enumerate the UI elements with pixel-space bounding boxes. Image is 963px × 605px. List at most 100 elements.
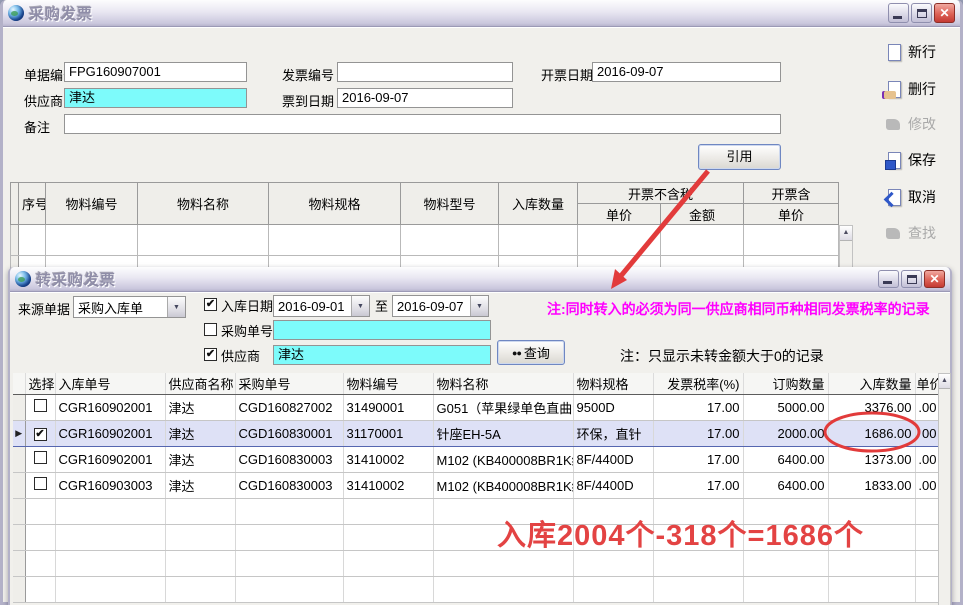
po-no-input[interactable] (273, 320, 491, 340)
inbound-date-checkbox[interactable]: ✔ (204, 298, 217, 311)
col-inbound-qty[interactable]: 入库数量 (499, 183, 578, 225)
cancel-label: 取消 (908, 187, 936, 207)
records-grid-scrollbar[interactable]: ▲ (938, 373, 951, 605)
quote-button[interactable]: 引用 (698, 144, 781, 170)
date-from-select[interactable]: 2016-09-01 ▼ (273, 295, 370, 317)
invoice-date-input[interactable]: 2016-09-07 (592, 62, 781, 82)
record-row-1[interactable]: CGR160902001津达 CGD16082700231490001 G051… (13, 394, 938, 420)
col-material-model[interactable]: 物料型号 (401, 183, 499, 225)
source-doc-label: 来源单据 (18, 300, 70, 320)
binoculars-icon: ●● (512, 348, 521, 358)
query-button[interactable]: ●● 查询 (497, 340, 565, 365)
col-material-spec[interactable]: 物料规格 (269, 183, 401, 225)
date-from-value: 2016-09-01 (274, 299, 351, 314)
col-material-name[interactable]: 物料名称 (138, 183, 269, 225)
save-button[interactable]: 保存 (885, 148, 963, 172)
po-no-checkbox[interactable] (204, 323, 217, 336)
col-order-qty[interactable]: 订购数量 (743, 373, 828, 394)
new-row-button[interactable]: 新行 (885, 40, 963, 64)
dialog-minimize-button[interactable] (878, 270, 899, 288)
save-icon (885, 152, 902, 169)
row-indicator-header (13, 373, 25, 394)
minimize-button[interactable] (888, 3, 909, 23)
date-to-value: 2016-09-07 (393, 299, 470, 314)
supplier-input[interactable]: 津达 (64, 88, 247, 108)
close-button[interactable]: ✕ (934, 3, 955, 23)
dialog-close-button[interactable]: ✕ (924, 270, 945, 288)
po-no-label: 采购单号 (221, 322, 273, 342)
col-unit-price[interactable]: 单价 (915, 373, 938, 394)
row-checkbox[interactable] (34, 399, 47, 412)
col-supplier-name[interactable]: 供应商名称 (165, 373, 235, 394)
row-checkbox[interactable] (34, 477, 47, 490)
empty-record-row[interactable] (13, 498, 938, 524)
source-doc-value: 采购入库单 (74, 298, 167, 317)
query-button-label: 查询 (524, 343, 550, 362)
main-window-controls: ✕ (888, 3, 955, 23)
dialog-titlebar[interactable]: 转采购发票 ✕ (10, 267, 950, 292)
col-select[interactable]: 选择 (25, 373, 55, 394)
col-po-no[interactable]: 采购单号 (235, 373, 343, 394)
untransferred-note: 注：只显示未转金额大于0的记录 (620, 346, 824, 366)
transfer-records-grid: 选择 入库单号 供应商名称 采购单号 物料编号 物料名称 物料规格 发票税率(%… (13, 373, 938, 605)
inbound-date-label: 入库日期 (221, 297, 273, 317)
invoice-no-input[interactable] (337, 62, 513, 82)
date-to-label: 至 (375, 297, 388, 317)
col-material-name[interactable]: 物料名称 (433, 373, 573, 394)
col-material-no[interactable]: 物料编号 (343, 373, 433, 394)
row-checkbox[interactable]: ✔ (34, 428, 47, 441)
col-material-no[interactable]: 物料编号 (46, 183, 138, 225)
cancel-button[interactable]: 取消 (885, 185, 963, 209)
chevron-down-icon[interactable]: ▼ (167, 297, 185, 317)
new-row-icon (885, 44, 902, 61)
new-row-label: 新行 (908, 42, 936, 62)
record-row-4[interactable]: CGR160903003津达 CGD16083000331410002 M102… (13, 472, 938, 498)
find-button[interactable]: 查找 (885, 221, 963, 245)
col-unit-price-excl[interactable]: 单价 (578, 204, 661, 225)
row-checkbox[interactable] (34, 451, 47, 464)
col-material-spec[interactable]: 物料规格 (573, 373, 653, 394)
dialog-title: 转采购发票 (36, 269, 116, 290)
doc-no-input[interactable]: FPG160907001 (64, 62, 247, 82)
empty-record-row[interactable] (13, 576, 938, 602)
source-doc-select[interactable]: 采购入库单 ▼ (73, 296, 186, 318)
modify-label: 修改 (908, 114, 936, 134)
dialog-maximize-button[interactable] (901, 270, 922, 288)
chevron-down-icon[interactable]: ▼ (470, 296, 488, 316)
group-incl-tax: 开票含 (744, 183, 839, 204)
delete-row-button[interactable]: 删行 (885, 77, 963, 101)
invoice-date-label: 开票日期 (541, 66, 593, 86)
transfer-invoice-dialog: 转采购发票 ✕ 来源单据 采购入库单 ▼ ✔ 入库日期 2016-09-01 ▼… (8, 267, 952, 605)
empty-item-row[interactable] (11, 225, 839, 256)
remark-input[interactable] (64, 114, 781, 134)
dialog-supplier-input[interactable]: 津达 (273, 345, 491, 365)
col-inbound-no[interactable]: 入库单号 (55, 373, 165, 394)
chevron-down-icon[interactable]: ▼ (351, 296, 369, 316)
transfer-records-table[interactable]: 选择 入库单号 供应商名称 采购单号 物料编号 物料名称 物料规格 发票税率(%… (13, 373, 938, 603)
arrival-date-input[interactable]: 2016-09-07 (337, 88, 513, 108)
dialog-window-controls: ✕ (878, 270, 945, 288)
dialog-supplier-checkbox[interactable]: ✔ (204, 348, 217, 361)
empty-record-row[interactable] (13, 524, 938, 550)
col-amount-excl[interactable]: 金额 (661, 204, 744, 225)
dialog-icon (15, 271, 31, 287)
delete-row-icon (885, 81, 902, 98)
scroll-up-icon[interactable]: ▲ (939, 374, 950, 389)
main-titlebar[interactable]: 采购发票 ✕ (3, 0, 960, 27)
date-to-select[interactable]: 2016-09-07 ▼ (392, 295, 489, 317)
maximize-button[interactable] (911, 3, 932, 23)
dialog-supplier-label: 供应商 (221, 347, 260, 367)
col-seq[interactable]: 序号 (19, 183, 46, 225)
items-header-row-1: 序号 物料编号 物料名称 物料规格 物料型号 入库数量 开票不含税 开票含 (11, 183, 839, 204)
remark-label: 备注 (24, 118, 50, 138)
scroll-up-icon[interactable]: ▲ (840, 226, 852, 241)
empty-record-row[interactable] (13, 550, 938, 576)
record-row-2-selected[interactable]: ▶ ✔ CGR160902001津达 CGD16083000131170001 … (13, 420, 938, 446)
record-row-3[interactable]: CGR160902001津达 CGD16083000331410002 M102… (13, 446, 938, 472)
records-header-row: 选择 入库单号 供应商名称 采购单号 物料编号 物料名称 物料规格 发票税率(%… (13, 373, 938, 394)
arrival-date-label: 票到日期 (282, 92, 334, 112)
col-tax-rate[interactable]: 发票税率(%) (653, 373, 743, 394)
col-unit-price-incl[interactable]: 单价 (744, 204, 839, 225)
col-inbound-qty[interactable]: 入库数量 (828, 373, 915, 394)
modify-button[interactable]: 修改 (885, 112, 963, 136)
